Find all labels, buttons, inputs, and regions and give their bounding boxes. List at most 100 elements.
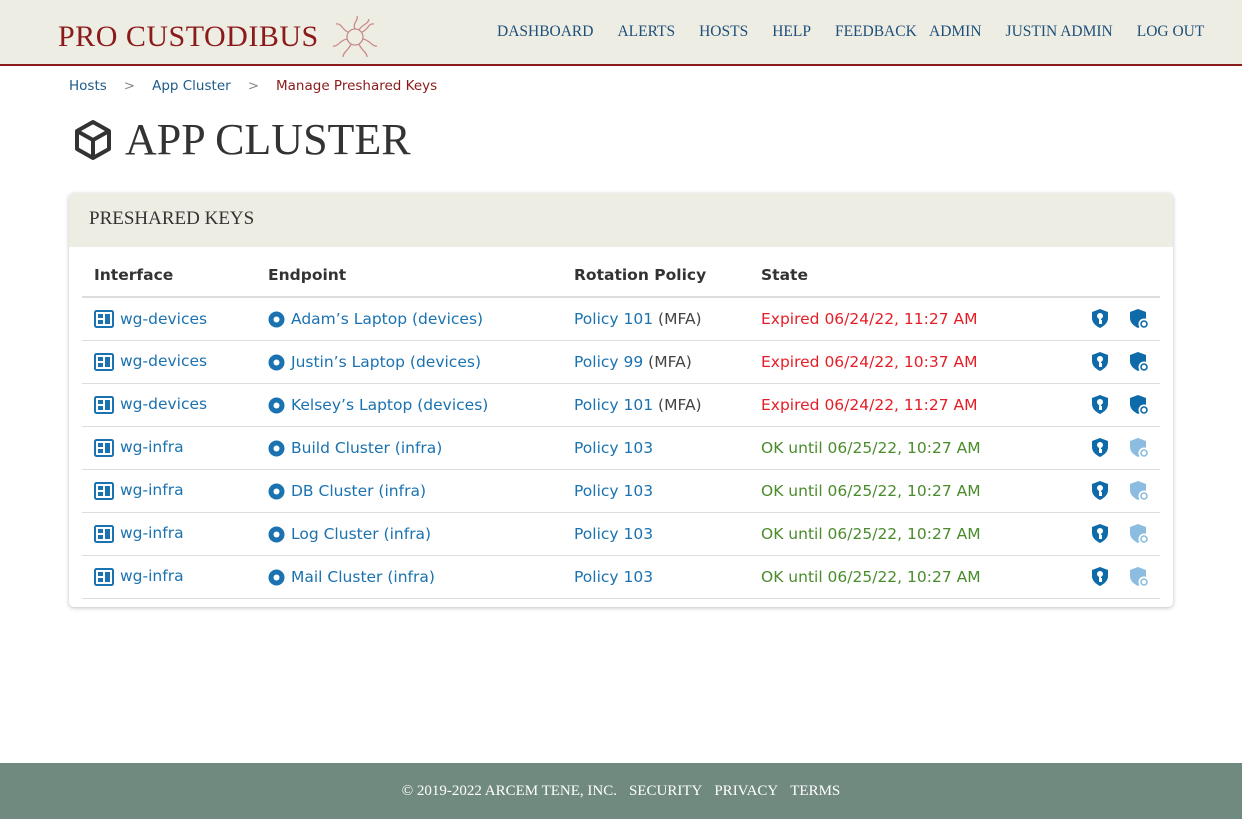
endpoint-cell: DB Cluster (infra)	[256, 469, 562, 513]
actions-cell	[1060, 340, 1160, 384]
endpoint-icon	[268, 397, 285, 413]
breadcrumb-hosts[interactable]: Hosts	[69, 78, 107, 94]
footer-terms-link[interactable]: TERMS	[790, 783, 840, 800]
footer-privacy-link[interactable]: PRIVACY	[714, 783, 778, 800]
interface-icon	[94, 310, 114, 328]
state-cell: Expired 06/24/22, 10:37 AM	[749, 340, 1060, 384]
shield-rotate-icon[interactable]	[1128, 351, 1150, 373]
shield-key-icon[interactable]	[1090, 394, 1110, 416]
actions-cell	[1060, 512, 1160, 556]
nav-alerts[interactable]: ALERTS	[617, 23, 675, 41]
shield-rotate-icon[interactable]	[1128, 394, 1150, 416]
interface-link[interactable]: wg-infra	[120, 481, 184, 499]
interface-link[interactable]: wg-infra	[120, 438, 184, 456]
state-cell: OK until 06/25/22, 10:27 AM	[749, 469, 1060, 513]
endpoint-link[interactable]: Kelsey’s Laptop (devices)	[291, 396, 488, 414]
state-cell: OK until 06/25/22, 10:27 AM	[749, 426, 1060, 470]
state-cell: OK until 06/25/22, 10:27 AM	[749, 512, 1060, 556]
table-row: wg-infra Mail Cluster (infra) Policy 103…	[82, 555, 1160, 599]
table-row: wg-infra Log Cluster (infra) Policy 103 …	[82, 512, 1160, 556]
nav-hosts[interactable]: HOSTS	[699, 23, 748, 41]
shield-key-icon[interactable]	[1090, 351, 1110, 373]
actions-cell	[1060, 469, 1160, 513]
endpoint-icon	[268, 569, 285, 585]
policy-cell: Policy 103	[562, 555, 749, 599]
policy-cell: Policy 101 (MFA)	[562, 383, 749, 427]
policy-cell: Policy 99 (MFA)	[562, 340, 749, 384]
shield-key-icon[interactable]	[1090, 566, 1110, 588]
shield-rotate-icon[interactable]	[1128, 308, 1150, 330]
interface-link[interactable]: wg-devices	[120, 310, 207, 328]
breadcrumb: Hosts > App Cluster > Manage Preshared K…	[69, 78, 437, 94]
policy-link[interactable]: Policy 103	[574, 482, 653, 500]
footer: © 2019-2022 ARCEM TENE, INC. SECURITY PR…	[0, 763, 1242, 819]
preshared-keys-card: PRESHARED KEYS Interface Endpoint Rotati…	[69, 193, 1173, 607]
endpoint-link[interactable]: Mail Cluster (infra)	[291, 568, 435, 586]
copyright: © 2019-2022 ARCEM TENE, INC.	[401, 782, 617, 799]
policy-cell: Policy 103	[562, 426, 749, 470]
logo[interactable]: PRO CUSTODIBUS	[58, 14, 379, 60]
endpoint-icon	[268, 483, 285, 499]
interface-cell: wg-infra	[82, 426, 256, 470]
policy-note: (MFA)	[643, 352, 692, 371]
policy-link[interactable]: Policy 101	[574, 396, 653, 414]
nav-logout[interactable]: LOG OUT	[1137, 23, 1205, 41]
policy-link[interactable]: Policy 101	[574, 310, 653, 328]
interface-icon	[94, 481, 114, 500]
interface-cell: wg-infra	[82, 512, 256, 556]
breadcrumb-separator: >	[123, 78, 136, 94]
interface-icon	[94, 438, 114, 457]
shield-key-icon[interactable]	[1090, 308, 1110, 330]
user-nav: ADMIN JUSTIN ADMIN LOG OUT	[929, 23, 1204, 41]
page-title-text: APP CLUSTER	[125, 115, 411, 164]
policy-link[interactable]: Policy 103	[574, 525, 653, 543]
nav-help[interactable]: HELP	[772, 23, 811, 41]
policy-cell: Policy 103	[562, 512, 749, 556]
shield-key-icon[interactable]	[1090, 437, 1110, 459]
endpoint-link[interactable]: DB Cluster (infra)	[291, 482, 426, 500]
interface-link[interactable]: wg-devices	[120, 395, 207, 413]
medusa-logo-icon	[332, 15, 377, 58]
endpoint-cell: Adam’s Laptop (devices)	[256, 297, 562, 341]
endpoint-icon	[268, 526, 285, 542]
interface-cell: wg-devices	[82, 297, 256, 341]
policy-note: (MFA)	[653, 309, 702, 328]
endpoint-link[interactable]: Adam’s Laptop (devices)	[291, 310, 483, 328]
shield-rotate-icon[interactable]	[1128, 480, 1150, 502]
interface-link[interactable]: wg-infra	[120, 524, 184, 542]
endpoint-icon	[268, 311, 285, 328]
shield-rotate-icon[interactable]	[1128, 437, 1150, 459]
endpoint-link[interactable]: Build Cluster (infra)	[291, 439, 442, 457]
policy-link[interactable]: Policy 99	[574, 353, 643, 371]
shield-rotate-icon[interactable]	[1128, 566, 1150, 588]
interface-link[interactable]: wg-infra	[120, 567, 184, 585]
interface-icon	[94, 524, 114, 543]
footer-security-link[interactable]: SECURITY	[629, 783, 702, 800]
interface-cell: wg-devices	[82, 383, 256, 427]
endpoint-cell: Build Cluster (infra)	[256, 426, 562, 470]
shield-rotate-icon[interactable]	[1128, 523, 1150, 545]
interface-icon	[94, 395, 114, 414]
shield-key-icon[interactable]	[1090, 480, 1110, 502]
nav-admin[interactable]: ADMIN	[929, 23, 982, 41]
endpoint-icon	[268, 440, 285, 456]
interface-link[interactable]: wg-devices	[120, 352, 207, 370]
policy-link[interactable]: Policy 103	[574, 439, 653, 457]
endpoint-cell: Mail Cluster (infra)	[256, 555, 562, 599]
endpoint-link[interactable]: Log Cluster (infra)	[291, 525, 431, 543]
table-row: wg-devices Adam’s Laptop (devices) Polic…	[82, 297, 1160, 341]
endpoint-link[interactable]: Justin’s Laptop (devices)	[291, 353, 481, 371]
policy-link[interactable]: Policy 103	[574, 568, 653, 586]
breadcrumb-separator: >	[247, 78, 259, 94]
interface-icon	[94, 567, 114, 586]
actions-cell	[1060, 297, 1160, 341]
nav-feedback[interactable]: FEEDBACK	[835, 23, 917, 41]
actions-cell	[1060, 555, 1160, 599]
table-row: wg-devices Justin’s Laptop (devices) Pol…	[82, 340, 1160, 384]
nav-dashboard[interactable]: DASHBOARD	[497, 23, 593, 41]
table-row: wg-infra DB Cluster (infra) Policy 103 O…	[82, 469, 1160, 513]
table-row: wg-devices Kelsey’s Laptop (devices) Pol…	[82, 383, 1160, 427]
breadcrumb-app-cluster[interactable]: App Cluster	[152, 78, 231, 94]
nav-user[interactable]: JUSTIN ADMIN	[1006, 23, 1113, 41]
shield-key-icon[interactable]	[1090, 523, 1110, 545]
